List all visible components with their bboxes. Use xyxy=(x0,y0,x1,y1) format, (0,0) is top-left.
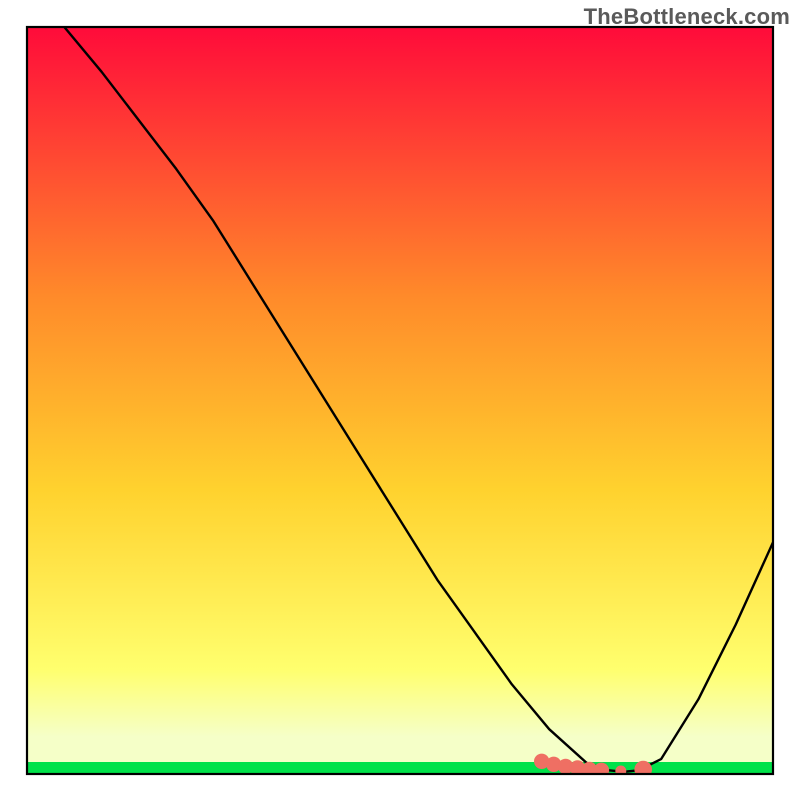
marker-dot xyxy=(634,761,652,779)
plot-area xyxy=(27,27,773,778)
bottleneck-chart xyxy=(0,0,800,800)
gradient-background xyxy=(27,27,773,774)
marker-dot xyxy=(594,763,609,778)
watermark-text: TheBottleneck.com xyxy=(584,4,790,30)
green-band xyxy=(27,762,773,774)
